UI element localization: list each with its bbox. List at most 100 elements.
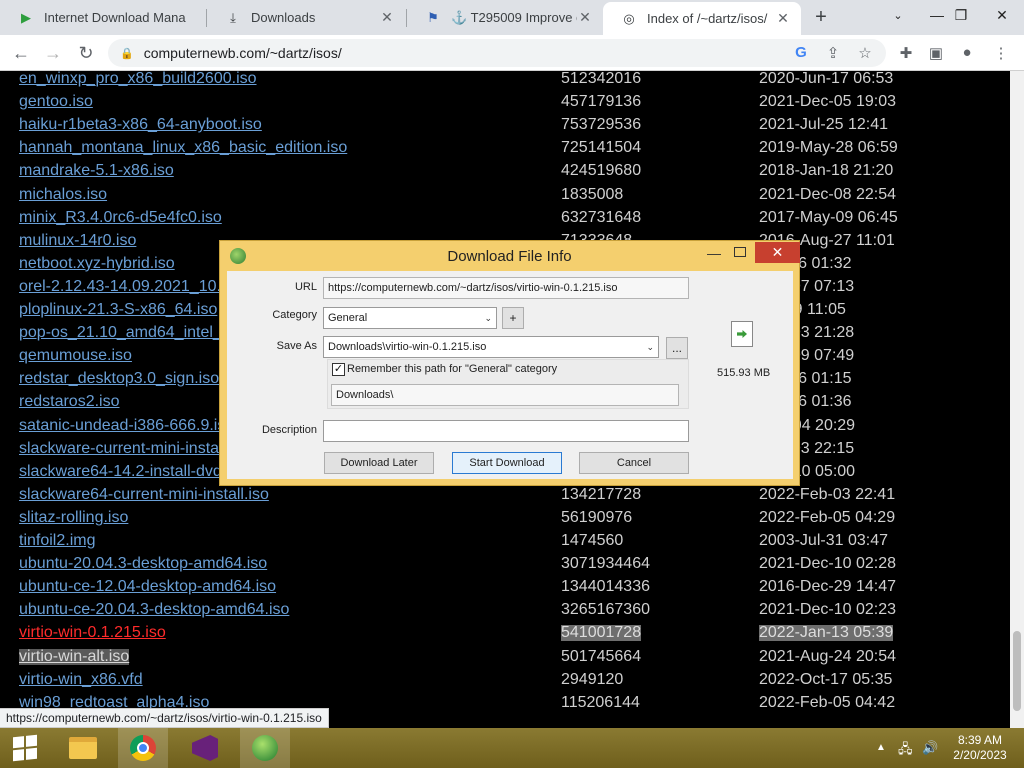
listing-row: gentoo.iso 457179136 2021-Dec-05 19:03 bbox=[0, 94, 1000, 117]
address-bar[interactable]: 🔒 computernewb.com/~dartz/isos/ bbox=[108, 39, 886, 67]
start-button[interactable] bbox=[0, 728, 50, 768]
save-as-select[interactable]: Downloads\virtio-win-0.1.215.iso ⌄ bbox=[323, 336, 659, 358]
back-arrow-icon[interactable]: ← bbox=[8, 40, 34, 66]
side-panel-icon[interactable]: ▣ bbox=[926, 44, 946, 62]
windows-logo-icon bbox=[13, 734, 37, 762]
show-hidden-icons-icon[interactable]: ▲ bbox=[876, 742, 886, 753]
tab-idm[interactable]: ▶ Internet Download Mana bbox=[0, 0, 205, 35]
file-link[interactable]: virtio-win-alt.iso bbox=[19, 648, 130, 665]
close-window-icon[interactable]: ✕ bbox=[980, 0, 1024, 30]
dialog-titlebar[interactable]: Download File Info — ✕ bbox=[220, 241, 800, 271]
remember-path-label: Remember this path for "General" categor… bbox=[347, 363, 558, 375]
file-link[interactable]: redstar_desktop3.0_sign.iso bbox=[19, 371, 219, 387]
download-file-info-dialog: Download File Info — ✕ URL https://compu… bbox=[219, 240, 800, 486]
file-link[interactable]: minix_R3.4.0rc6-d5e4fc0.iso bbox=[19, 209, 222, 226]
reload-icon[interactable]: ↻ bbox=[73, 40, 99, 66]
bookmark-star-icon[interactable]: ☆ bbox=[855, 44, 875, 62]
tab-strip: ▶ Internet Download Mana ⤓ Downloads ✕ ⚑… bbox=[0, 0, 1024, 35]
google-icon[interactable]: G bbox=[791, 44, 811, 61]
profile-avatar-icon[interactable]: ● bbox=[957, 44, 977, 61]
remember-path-checkbox[interactable]: ✓ bbox=[332, 363, 345, 376]
file-link[interactable]: ubuntu-ce-12.04-desktop-amd64.iso bbox=[19, 579, 276, 595]
lock-icon[interactable]: 🔒 bbox=[120, 47, 134, 60]
file-size: 1474560 bbox=[561, 532, 624, 549]
scrollbar-thumb[interactable] bbox=[1013, 631, 1021, 711]
restore-window-icon[interactable]: ❐ bbox=[939, 0, 983, 30]
file-size: 424519680 bbox=[561, 162, 642, 180]
add-category-button[interactable]: + bbox=[502, 307, 524, 329]
file-link[interactable]: virtio-win-0.1.215.iso bbox=[19, 625, 166, 641]
clock-date: 2/20/2023 bbox=[953, 748, 1007, 762]
description-label: Description bbox=[261, 424, 317, 436]
url-label: URL bbox=[294, 281, 317, 293]
listing-row: tinfoil2.img 1474560 2003-Jul-31 03:47 bbox=[0, 533, 1000, 556]
file-link[interactable]: satanic-undead-i386-666.9.is bbox=[19, 417, 225, 434]
browse-button[interactable]: ... bbox=[666, 337, 688, 359]
url-field[interactable]: https://computernewb.com/~dartz/isos/vir… bbox=[323, 277, 689, 299]
save-as-label: Save As bbox=[276, 340, 317, 352]
extensions-puzzle-icon[interactable]: ✚ bbox=[896, 44, 916, 62]
file-size: 541001728 bbox=[561, 624, 642, 642]
file-link[interactable]: mandrake-5.1-x86.iso bbox=[19, 163, 174, 179]
taskbar-visual-studio[interactable] bbox=[180, 728, 230, 768]
menu-kebab-icon[interactable]: ⋮ bbox=[991, 44, 1011, 62]
file-link[interactable]: slitaz-rolling.iso bbox=[19, 509, 128, 526]
volume-icon[interactable]: 🔊 bbox=[922, 740, 938, 756]
idm-icon bbox=[252, 735, 278, 761]
listing-row: minix_R3.4.0rc6-d5e4fc0.iso 632731648 2017… bbox=[0, 208, 1000, 233]
file-link[interactable]: qemumouse.iso bbox=[19, 348, 132, 364]
page-scrollbar[interactable] bbox=[1010, 71, 1024, 728]
description-input[interactable] bbox=[323, 420, 689, 442]
taskbar-file-explorer[interactable] bbox=[58, 728, 108, 768]
file-link[interactable]: hannah_montana_linux_x86_basic_edition.i… bbox=[19, 140, 347, 156]
tab-downloads[interactable]: ⤓ Downloads ✕ bbox=[207, 0, 405, 35]
taskbar-chrome[interactable] bbox=[118, 728, 168, 768]
file-link[interactable]: ubuntu-ce-20.04.3-desktop-amd64.iso bbox=[19, 602, 289, 618]
tab-index-of-isos[interactable]: ◎ Index of /~dartz/isos/ ✕ bbox=[603, 2, 801, 35]
start-download-button[interactable]: Start Download bbox=[452, 452, 562, 474]
category-select[interactable]: General ⌄ bbox=[323, 307, 497, 329]
file-date: 2021-Jul-25 12:41 bbox=[759, 116, 888, 134]
file-link[interactable]: michalos.iso bbox=[19, 186, 107, 203]
file-link[interactable]: haiku-r1beta3-x86_64-anyboot.iso bbox=[19, 117, 262, 133]
file-link[interactable]: ploplinux-21.3-S-x86_64.iso bbox=[19, 302, 217, 318]
forward-arrow-icon[interactable]: → bbox=[40, 40, 66, 66]
file-date: 2021-Dec-10 02:23 bbox=[759, 601, 896, 619]
file-date: 2022-Feb-05 04:29 bbox=[759, 508, 896, 526]
file-link[interactable]: netboot.xyz-hybrid.iso bbox=[19, 255, 175, 272]
tab-search-icon[interactable]: ⌄ bbox=[876, 0, 920, 30]
file-link[interactable]: mulinux-14r0.iso bbox=[19, 232, 136, 249]
file-link[interactable]: redstaros2.iso bbox=[19, 394, 120, 410]
file-link[interactable]: tinfoil2.img bbox=[19, 533, 95, 549]
close-tab-icon[interactable]: ✕ bbox=[775, 10, 791, 27]
network-icon[interactable]: 🖧 bbox=[898, 740, 913, 762]
taskbar-idm[interactable] bbox=[240, 728, 290, 768]
file-link[interactable]: slackware64-current-mini-install.iso bbox=[19, 486, 269, 503]
close-tab-icon[interactable]: ✕ bbox=[379, 9, 395, 26]
system-clock[interactable]: 8:39 AM 2/20/2023 bbox=[945, 733, 1015, 763]
file-size: 632731648 bbox=[561, 208, 642, 226]
tab-label: Downloads bbox=[251, 10, 316, 25]
file-link[interactable]: pop-os_21.10_amd64_intel_ bbox=[19, 325, 222, 341]
file-link[interactable]: slackware64-14.2-install-dvd bbox=[19, 463, 222, 480]
share-icon[interactable]: ⇪ bbox=[823, 44, 843, 62]
file-link[interactable]: slackware-current-mini-insta bbox=[19, 440, 219, 457]
tab-phabricator[interactable]: ⚑ ⚓ T295009 Improve dow ✕ bbox=[407, 0, 603, 35]
new-tab-button[interactable]: + bbox=[810, 6, 832, 28]
file-size: 501745664 bbox=[561, 647, 642, 665]
dialog-body: URL https://computernewb.com/~dartz/isos… bbox=[227, 271, 793, 479]
dialog-maximize-icon[interactable] bbox=[734, 247, 746, 257]
file-link[interactable]: virtio-win_x86.vfd bbox=[19, 671, 143, 688]
download-later-button[interactable]: Download Later bbox=[324, 452, 434, 474]
file-link[interactable]: en_winxp_pro_x86_build2600.iso bbox=[19, 71, 257, 87]
file-link[interactable]: orel-2.12.43-14.09.2021_10. bbox=[19, 278, 221, 295]
close-tab-icon[interactable]: ✕ bbox=[577, 9, 593, 26]
cancel-button[interactable]: Cancel bbox=[579, 452, 689, 474]
file-size: 2949120 bbox=[561, 670, 624, 688]
dialog-minimize-icon[interactable]: — bbox=[707, 245, 721, 261]
category-path-field[interactable]: Downloads\ bbox=[331, 384, 679, 406]
file-link[interactable]: gentoo.iso bbox=[19, 94, 93, 110]
dialog-close-icon[interactable]: ✕ bbox=[755, 242, 800, 263]
file-link[interactable]: ubuntu-20.04.3-desktop-amd64.iso bbox=[19, 556, 267, 572]
file-size: 3265167360 bbox=[561, 601, 650, 619]
